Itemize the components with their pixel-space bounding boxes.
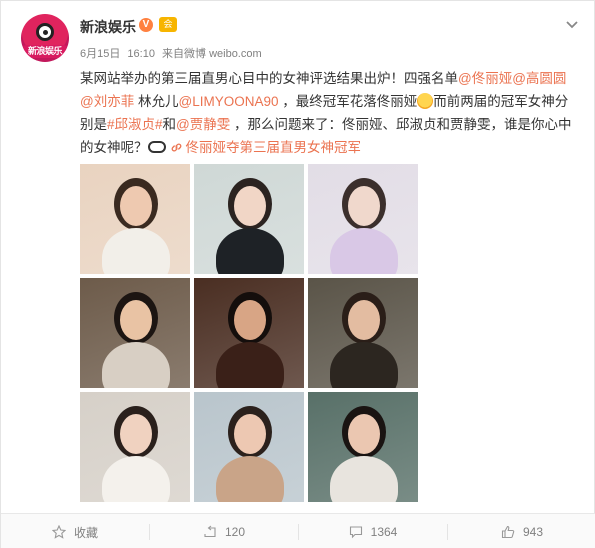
- photo-face-shape: [120, 300, 152, 340]
- favorite-button[interactable]: 收藏: [1, 514, 149, 548]
- mention-link[interactable]: @佟丽娅: [458, 71, 512, 86]
- photo-thumbnail[interactable]: [194, 278, 304, 388]
- link-icon: [171, 143, 181, 152]
- post-text-segment: ，最终冠军花落佟丽娅: [278, 94, 418, 109]
- post-text: 某网站举办的第三届直男心目中的女神评选结果出炉！四强名单@佟丽娅@高圆圆 @刘亦菲…: [80, 67, 578, 159]
- photo-face-shape: [234, 414, 266, 454]
- photo-face-shape: [234, 186, 266, 226]
- photo-thumbnail[interactable]: [194, 164, 304, 274]
- mention-link[interactable]: @高圆圆: [512, 71, 566, 86]
- favorite-label: 收藏: [73, 525, 98, 540]
- mention-link[interactable]: @LIMYOONA90: [178, 94, 278, 109]
- photo-thumbnail[interactable]: [194, 392, 304, 502]
- photo-thumbnail[interactable]: [308, 164, 418, 274]
- photo-body-shape: [330, 228, 398, 274]
- photo-thumbnail[interactable]: [308, 392, 418, 502]
- avatar-logo-text: 新浪娱乐: [23, 45, 67, 58]
- photo-body-shape: [102, 342, 170, 388]
- photo-body-shape: [330, 342, 398, 388]
- photo-face-shape: [348, 300, 380, 340]
- thumbs-up-icon: [501, 525, 515, 539]
- avatar-eye-graphic: [36, 23, 54, 41]
- photo-body-shape: [216, 456, 284, 502]
- mention-link[interactable]: @刘亦菲: [80, 94, 134, 109]
- photo-face-shape: [234, 300, 266, 340]
- crying-emoji-icon: [417, 93, 434, 109]
- like-count: 943: [522, 525, 544, 539]
- account-name[interactable]: 新浪娱乐: [80, 17, 136, 37]
- chevron-down-icon[interactable]: [562, 15, 582, 35]
- photo-body-shape: [102, 456, 170, 502]
- topic-label: 佟丽娅夺第三届直男女神冠军: [185, 140, 362, 155]
- photo-face-shape: [120, 186, 152, 226]
- glasses-emoji-icon: [147, 141, 166, 153]
- comment-count: 1364: [370, 525, 398, 539]
- repost-icon: [204, 525, 216, 538]
- photo-thumbnail[interactable]: [80, 392, 190, 502]
- post-meta: 6月15日 16:10 来自微博 weibo.com: [80, 45, 266, 61]
- photo-face-shape: [348, 414, 380, 454]
- topic-link[interactable]: 佟丽娅夺第三届直男女神冠军: [166, 140, 362, 155]
- post-source[interactable]: 微博 weibo.com: [184, 48, 262, 60]
- source-prefix: 来自: [162, 48, 185, 60]
- photo-thumbnail[interactable]: [80, 164, 190, 274]
- member-icon[interactable]: 会: [159, 17, 177, 32]
- post-time[interactable]: 16:10: [127, 48, 155, 60]
- verified-icon[interactable]: V: [139, 18, 153, 32]
- action-bar: 收藏 120 1364 943: [1, 513, 595, 548]
- photo-face-shape: [120, 414, 152, 454]
- star-icon: [51, 525, 66, 539]
- photo-body-shape: [330, 456, 398, 502]
- post-text-segment: 某网站举办的第三届直男心目中的女神评选结果出炉！四强名单: [80, 71, 458, 86]
- weibo-post-card: 新浪娱乐 新浪娱乐 V 会 6月15日 16:10 来自微博 weibo.com…: [0, 0, 595, 548]
- photo-body-shape: [216, 228, 284, 274]
- photo-face-shape: [348, 186, 380, 226]
- photo-body-shape: [216, 342, 284, 388]
- like-button[interactable]: 943: [448, 514, 595, 548]
- repost-count: 120: [224, 525, 246, 539]
- post-date[interactable]: 6月15日: [80, 48, 120, 60]
- comment-button[interactable]: 1364: [299, 514, 447, 548]
- photo-body-shape: [102, 228, 170, 274]
- photo-thumbnail[interactable]: [308, 278, 418, 388]
- avatar[interactable]: 新浪娱乐: [21, 14, 69, 62]
- mention-link[interactable]: @贾静雯: [176, 117, 230, 132]
- photo-thumbnail[interactable]: [80, 278, 190, 388]
- post-text-segment: 林允儿: [134, 94, 179, 109]
- post-text-segment: 和: [162, 117, 177, 132]
- comment-icon: [349, 526, 362, 539]
- repost-button[interactable]: 120: [150, 514, 298, 548]
- hashtag-link[interactable]: #邱淑贞#: [107, 117, 163, 132]
